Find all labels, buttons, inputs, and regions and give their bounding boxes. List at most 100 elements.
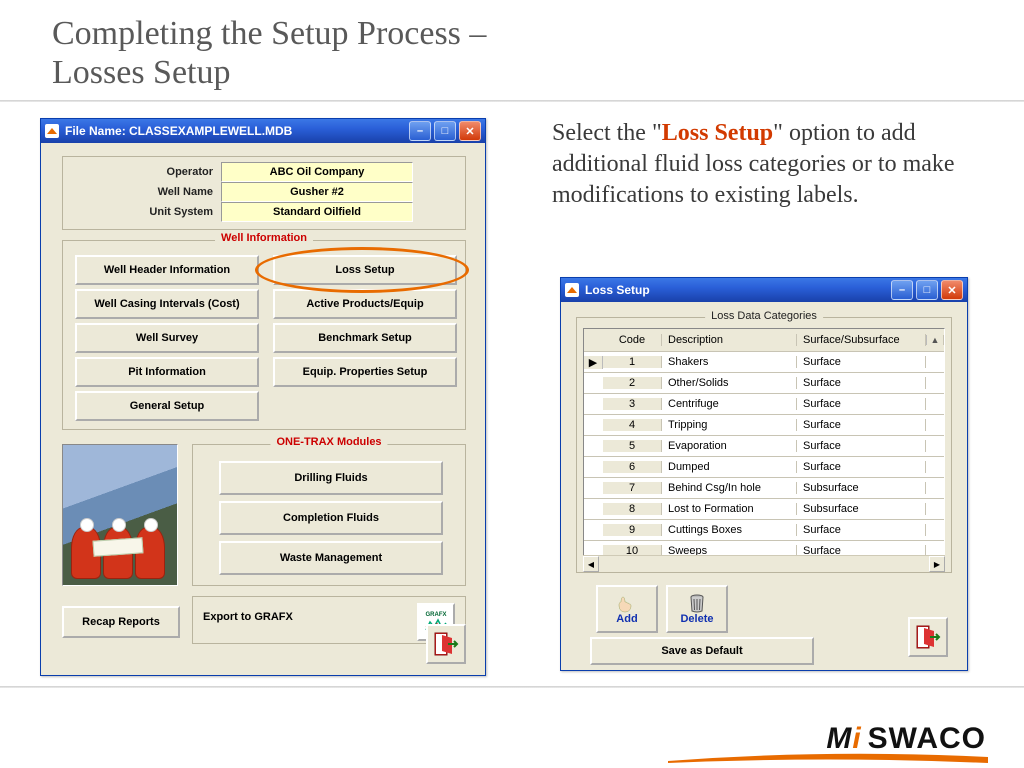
table-row[interactable]: 7Behind Csg/In holeSubsurface [584,478,944,499]
delete-button[interactable]: Delete [666,585,728,633]
cell-description[interactable]: Tripping [662,419,797,431]
table-row[interactable]: 3CentrifugeSurface [584,394,944,415]
close-button[interactable]: ✕ [941,280,963,300]
cell-description[interactable]: Evaporation [662,440,797,452]
one-trax-group: ONE-TRAX Modules Drilling Fluids Complet… [192,444,466,586]
instruction-highlight: Loss Setup [662,120,773,146]
general-setup-button[interactable]: General Setup [75,391,259,421]
col-code[interactable]: Code [603,334,662,346]
loss-setup-window: Loss Setup – □ ✕ Loss Data Categories Co… [560,277,968,671]
cell-description[interactable]: Other/Solids [662,377,797,389]
export-group: Export to GRAFX GRAFX [192,596,466,644]
cell-code[interactable]: 4 [603,419,662,431]
cell-code[interactable]: 2 [603,377,662,389]
popup-title: Loss Setup [585,283,891,297]
table-row[interactable]: 6DumpedSurface [584,457,944,478]
cell-description[interactable]: Shakers [662,356,797,368]
main-titlebar[interactable]: File Name: CLASSEXAMPLEWELL.MDB – □ ✕ [41,119,485,143]
popup-exit-button[interactable] [908,617,948,657]
row-selector[interactable]: ▶ [584,356,603,369]
add-button[interactable]: Add [596,585,658,633]
main-window: File Name: CLASSEXAMPLEWELL.MDB – □ ✕ Op… [40,118,486,676]
table-row[interactable]: 9Cuttings BoxesSurface [584,520,944,541]
wellname-label: Well Name [93,186,221,198]
waste-management-button[interactable]: Waste Management [219,541,443,575]
slide-title: Completing the Setup Process – Losses Se… [52,14,486,92]
pit-information-button[interactable]: Pit Information [75,357,259,387]
cell-surface[interactable]: Surface [797,398,926,410]
active-products-button[interactable]: Active Products/Equip [273,289,457,319]
h-scrollbar[interactable]: ◀ ▶ [583,555,945,570]
cell-code[interactable]: 3 [603,398,662,410]
divider-bottom [0,686,1024,688]
main-window-title: File Name: CLASSEXAMPLEWELL.MDB [65,124,409,138]
loss-categories-title: Loss Data Categories [705,310,823,322]
scroll-right-icon[interactable]: ▶ [929,556,945,572]
cell-surface[interactable]: Subsurface [797,482,926,494]
cell-surface[interactable]: Surface [797,377,926,389]
maximize-button[interactable]: □ [916,280,938,300]
cell-description[interactable]: Dumped [662,461,797,473]
unitsystem-value: Standard Oilfield [221,202,413,222]
minimize-button[interactable]: – [891,280,913,300]
trash-icon [687,593,707,613]
cell-code[interactable]: 8 [603,503,662,515]
cell-description[interactable]: Behind Csg/In hole [662,482,797,494]
wellname-value: Gusher #2 [221,182,413,202]
divider-top [0,100,1024,102]
exit-button[interactable] [426,624,466,664]
cell-code[interactable]: 1 [603,356,662,368]
grid-header: Code Description Surface/Subsurface ▲ [584,329,944,352]
table-row[interactable]: ▶1ShakersSurface [584,352,944,373]
recap-reports-button[interactable]: Recap Reports [62,606,180,638]
cell-surface[interactable]: Subsurface [797,503,926,515]
cell-code[interactable]: 6 [603,461,662,473]
well-survey-button[interactable]: Well Survey [75,323,259,353]
cell-description[interactable]: Lost to Formation [662,503,797,515]
app-icon [565,283,579,297]
maximize-button[interactable]: □ [434,121,456,141]
well-information-group: Well Information Well Header Information… [62,240,466,430]
loss-categories-grid[interactable]: Code Description Surface/Subsurface ▲ ▶1… [583,328,945,562]
benchmark-setup-button[interactable]: Benchmark Setup [273,323,457,353]
cell-surface[interactable]: Surface [797,356,926,368]
loss-setup-button[interactable]: Loss Setup [273,255,457,285]
cell-code[interactable]: 5 [603,440,662,452]
hand-point-icon [616,593,638,613]
table-row[interactable]: 2Other/SolidsSurface [584,373,944,394]
one-trax-title: ONE-TRAX Modules [270,436,387,448]
scroll-up-icon[interactable]: ▲ [926,335,944,345]
table-row[interactable]: 5EvaporationSurface [584,436,944,457]
drilling-fluids-button[interactable]: Drilling Fluids [219,461,443,495]
popup-titlebar[interactable]: Loss Setup – □ ✕ [561,278,967,302]
equip-properties-button[interactable]: Equip. Properties Setup [273,357,457,387]
col-description[interactable]: Description [662,334,797,346]
operator-label: Operator [93,166,221,178]
col-surface[interactable]: Surface/Subsurface [797,334,926,346]
exit-icon [433,631,459,657]
cell-description[interactable]: Cuttings Boxes [662,524,797,536]
table-row[interactable]: 8Lost to FormationSubsurface [584,499,944,520]
completion-fluids-button[interactable]: Completion Fluids [219,501,443,535]
minimize-button[interactable]: – [409,121,431,141]
cell-surface[interactable]: Surface [797,440,926,452]
save-as-default-button[interactable]: Save as Default [590,637,814,665]
cell-surface[interactable]: Surface [797,461,926,473]
slide-title-line1: Completing the Setup Process – [52,15,486,52]
table-row[interactable]: 4TrippingSurface [584,415,944,436]
casing-intervals-button[interactable]: Well Casing Intervals (Cost) [75,289,259,319]
scroll-left-icon[interactable]: ◀ [583,556,599,572]
unitsystem-label: Unit System [93,206,221,218]
close-button[interactable]: ✕ [459,121,481,141]
cell-code[interactable]: 9 [603,524,662,536]
loss-categories-group: Loss Data Categories Code Description Su… [576,317,952,573]
operator-value: ABC Oil Company [221,162,413,182]
cell-surface[interactable]: Surface [797,419,926,431]
header-info-panel: OperatorABC Oil Company Well NameGusher … [62,156,466,230]
instruction-text: Select the "Loss Setup" option to add ad… [552,118,1002,212]
well-header-button[interactable]: Well Header Information [75,255,259,285]
cell-description[interactable]: Centrifuge [662,398,797,410]
cell-surface[interactable]: Surface [797,524,926,536]
slide-title-line2: Losses Setup [52,54,231,91]
cell-code[interactable]: 7 [603,482,662,494]
